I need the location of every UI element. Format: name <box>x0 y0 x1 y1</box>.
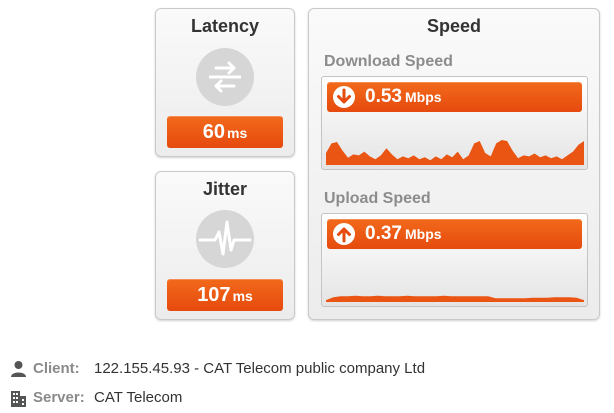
person-icon <box>11 361 26 377</box>
latency-value: 60 <box>202 121 225 143</box>
upload-speed-value: 0.37 <box>365 223 402 244</box>
download-history-area <box>326 140 584 165</box>
building-icon <box>11 391 26 407</box>
client-label: Client: <box>33 360 80 377</box>
speed-panel: Speed Download Speed 0.53 Mbps Upload Spe… <box>308 8 600 320</box>
client-row: Client: 122.155.45.93 - CAT Telecom publ… <box>10 359 460 379</box>
upload-speed-readout: 0.37 Mbps <box>365 219 442 249</box>
download-speed-readout: 0.53 Mbps <box>365 82 442 112</box>
latency-panel: Latency 60 ms <box>155 8 295 157</box>
download-speed-bar: 0.53 Mbps <box>327 82 582 112</box>
upload-graph-box: 0.37 Mbps <box>321 213 588 307</box>
jitter-value-bar: 107 ms <box>167 279 283 311</box>
download-speed-graph <box>326 140 584 165</box>
speed-title: Speed <box>426 16 482 36</box>
upload-arrow-icon <box>333 223 355 245</box>
jitter-value: 107 <box>197 284 231 306</box>
upload-history-area <box>326 295 584 302</box>
latency-title: Latency <box>190 16 260 36</box>
upload-speed-unit: Mbps <box>404 226 442 242</box>
download-speed-unit: Mbps <box>404 89 442 105</box>
server-label: Server: <box>33 389 85 406</box>
jitter-unit: ms <box>232 288 253 304</box>
upload-speed-graph <box>326 295 584 302</box>
upload-speed-bar: 0.37 Mbps <box>327 219 582 249</box>
latency-unit: ms <box>227 125 248 141</box>
jitter-panel: Jitter 107 ms <box>155 171 295 320</box>
upload-speed-title: Upload Speed <box>324 190 431 207</box>
arrows-left-right-icon <box>196 48 254 106</box>
client-value: 122.155.45.93 - CAT Telecom public compa… <box>94 360 426 377</box>
server-value: CAT Telecom <box>94 389 183 406</box>
download-graph-box: 0.53 Mbps <box>321 76 588 170</box>
download-speed-value: 0.53 <box>365 86 402 107</box>
latency-value-bar: 60 ms <box>167 116 283 148</box>
server-row: Server: CAT Telecom <box>10 388 310 408</box>
jitter-title: Jitter <box>202 179 247 199</box>
download-arrow-icon <box>333 86 355 108</box>
waveform-icon <box>196 210 254 268</box>
download-speed-title: Download Speed <box>324 53 453 70</box>
